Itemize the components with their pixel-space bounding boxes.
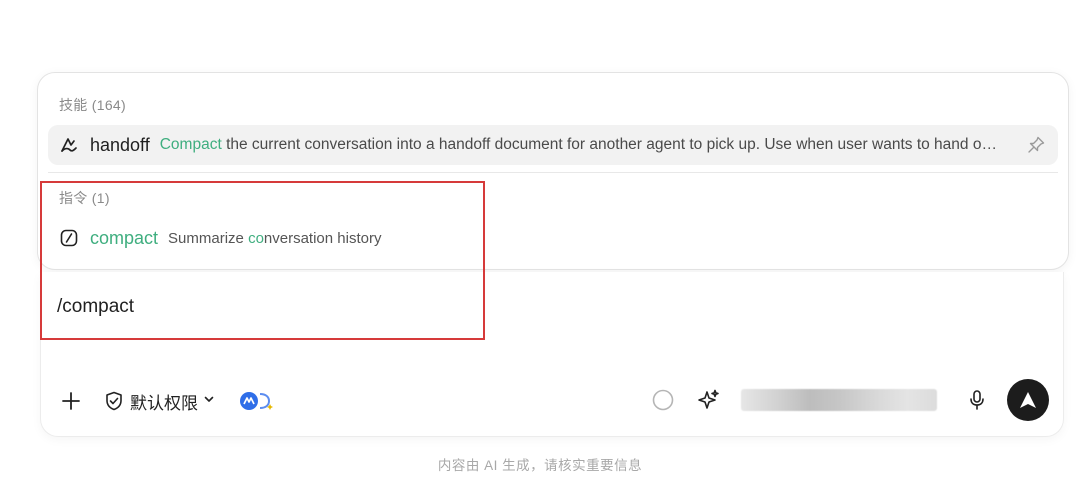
- composer-toolbar-left: 默认权限: [57, 385, 279, 417]
- command-desc-before: Summarize: [168, 229, 249, 247]
- permission-label: 默认权限: [130, 393, 198, 413]
- section-divider: [48, 172, 1058, 173]
- chat-composer-screen: 技能 (164) handoff Compact the current con…: [0, 0, 1080, 486]
- skill-name: handoff: [90, 134, 150, 155]
- send-arrow-icon: [1020, 392, 1036, 408]
- skill-item-handoff[interactable]: handoff Compact the current conversation…: [48, 125, 1058, 165]
- plus-icon[interactable]: [57, 387, 85, 415]
- model-selector-blurred[interactable]: [741, 389, 937, 411]
- chevron-down-icon: [203, 392, 215, 410]
- circle-icon[interactable]: [651, 388, 675, 412]
- skill-desc-highlight: Compact: [159, 136, 222, 153]
- commands-section-label: 指令 (1): [59, 190, 110, 206]
- command-desc-highlight: co: [248, 229, 264, 247]
- ai-disclaimer: 内容由 AI 生成，请核实重要信息: [437, 458, 643, 473]
- message-input[interactable]: /compact: [57, 296, 134, 318]
- composer-toolbar-right: [651, 378, 1049, 422]
- message-composer: /compact 默认权限: [40, 272, 1064, 437]
- command-description: Summarize conversation history: [168, 230, 381, 247]
- model-badge-icon[interactable]: [239, 389, 279, 413]
- skills-section-label: 技能 (164): [59, 97, 126, 113]
- shield-check-icon: [103, 390, 125, 412]
- microphone-icon[interactable]: [965, 388, 989, 412]
- skill-description: Compact the current conversation into a …: [160, 136, 1000, 154]
- slash-command-icon: [59, 228, 79, 248]
- permission-dropdown[interactable]: 默认权限: [103, 389, 215, 414]
- command-name: compact: [90, 227, 159, 248]
- skill-desc-rest: the current conversation into a handoff …: [226, 136, 1000, 153]
- send-button[interactable]: [1007, 379, 1049, 421]
- pin-icon[interactable]: [1026, 135, 1046, 155]
- signature-icon: [59, 135, 79, 155]
- command-item-compact[interactable]: compact Summarize conversation history: [48, 219, 381, 257]
- sparkle-icon[interactable]: [697, 388, 721, 412]
- command-desc-after: nversation history: [263, 229, 382, 247]
- suggestion-popup: 技能 (164) handoff Compact the current con…: [37, 72, 1069, 270]
